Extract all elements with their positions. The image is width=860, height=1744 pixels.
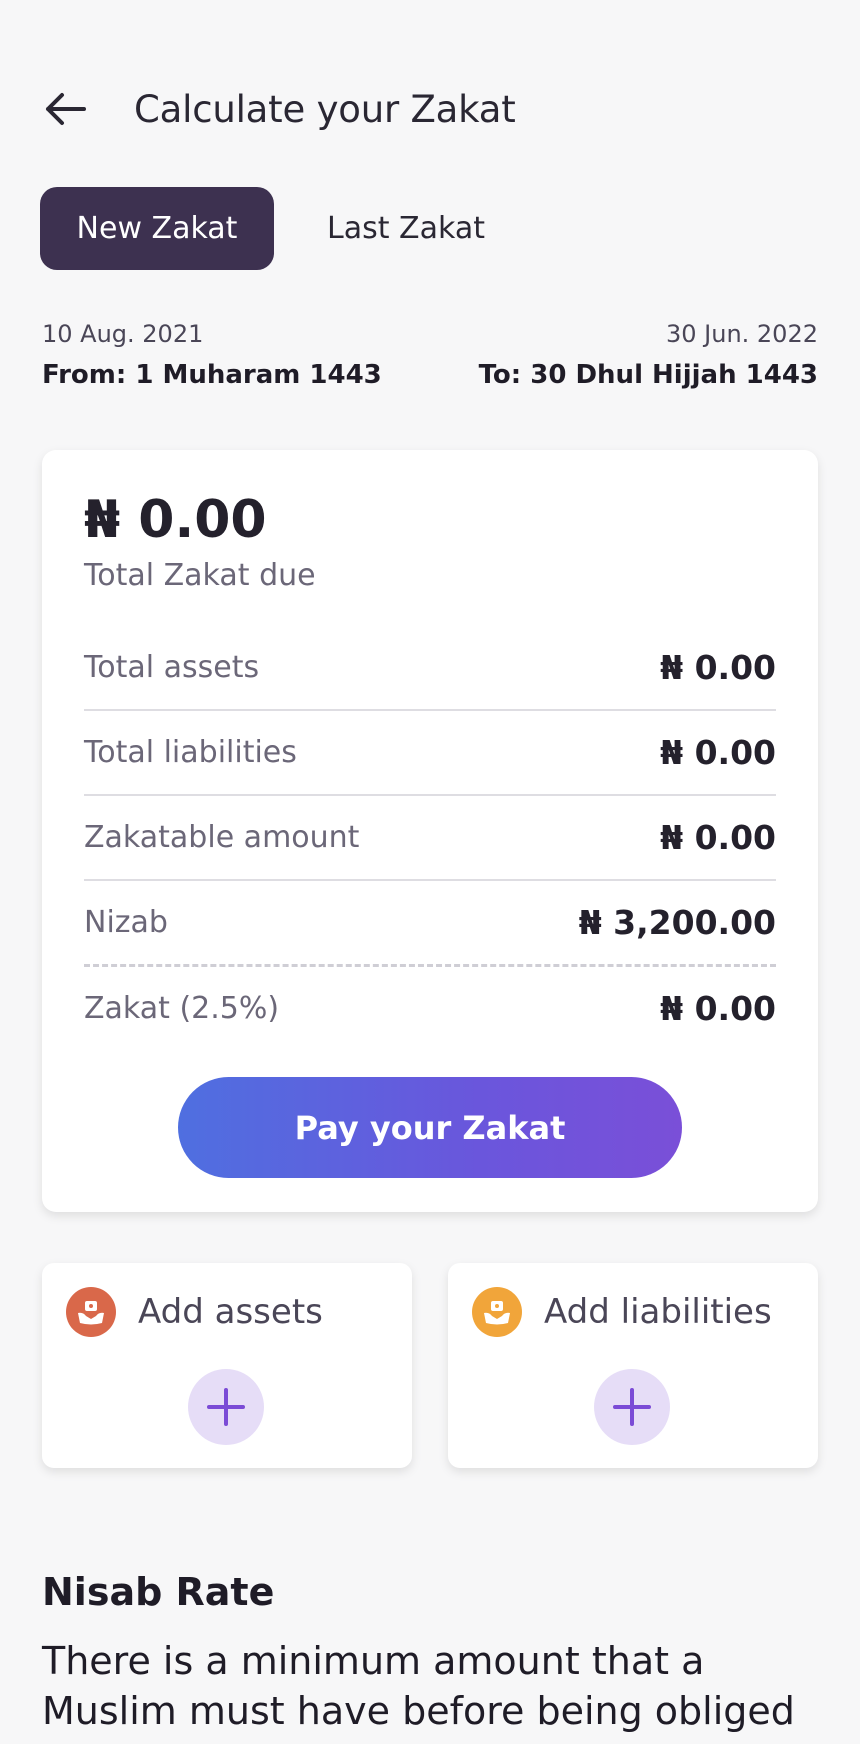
row-label: Total liabilities bbox=[84, 735, 297, 770]
summary-rows: Total assets ₦ 0.00 Total liabilities ₦ … bbox=[84, 626, 776, 1050]
tab-new-zakat[interactable]: New Zakat bbox=[40, 187, 274, 270]
total-zakat-due-label: Total Zakat due bbox=[84, 558, 316, 593]
row-label: Total assets bbox=[84, 650, 260, 685]
tab-last-zakat[interactable]: Last Zakat bbox=[316, 187, 496, 270]
to-date: 30 Jun. 2022 bbox=[665, 320, 818, 348]
row-value: ₦ 0.00 bbox=[660, 648, 776, 687]
add-liabilities-header: Add liabilities bbox=[472, 1287, 772, 1337]
row-value: ₦ 0.00 bbox=[660, 818, 776, 857]
page-title: Calculate your Zakat bbox=[134, 87, 516, 131]
row-label: Zakatable amount bbox=[84, 820, 360, 855]
add-liabilities-card[interactable]: Add liabilities bbox=[448, 1263, 818, 1468]
to-hijri-date: To: 30 Dhul Hijjah 1443 bbox=[478, 360, 818, 390]
zakat-period: 10 Aug. 2021 From: 1 Muharam 1443 30 Jun… bbox=[42, 320, 818, 390]
from-hijri-date: From: 1 Muharam 1443 bbox=[42, 360, 382, 390]
row-value: ₦ 0.00 bbox=[660, 733, 776, 772]
hand-money-icon bbox=[472, 1287, 522, 1337]
add-assets-button[interactable] bbox=[188, 1369, 264, 1445]
from-date: 10 Aug. 2021 bbox=[42, 320, 204, 348]
row-zakatable-amount: Zakatable amount ₦ 0.00 bbox=[84, 796, 776, 881]
plus-icon bbox=[207, 1388, 245, 1426]
add-assets-label: Add assets bbox=[138, 1292, 323, 1332]
row-nizab: Nizab ₦ 3,200.00 bbox=[84, 881, 776, 967]
nisab-rate-description: There is a minimum amount that a Muslim … bbox=[42, 1639, 795, 1733]
row-value: ₦ 0.00 bbox=[660, 989, 776, 1028]
add-liabilities-label: Add liabilities bbox=[544, 1292, 772, 1332]
add-liabilities-button[interactable] bbox=[594, 1369, 670, 1445]
period-to: 30 Jun. 2022 To: 30 Dhul Hijjah 1443 bbox=[479, 320, 818, 390]
total-zakat-due-amount: ₦ 0.00 bbox=[84, 490, 267, 550]
hand-money-icon bbox=[66, 1287, 116, 1337]
add-assets-header: Add assets bbox=[66, 1287, 323, 1337]
plus-icon bbox=[613, 1388, 651, 1426]
arrow-left-icon bbox=[46, 93, 86, 125]
back-button[interactable] bbox=[44, 81, 100, 137]
pay-zakat-button[interactable]: Pay your Zakat bbox=[178, 1077, 682, 1178]
row-label: Nizab bbox=[84, 905, 168, 940]
app-header: Calculate your Zakat bbox=[44, 78, 820, 140]
row-label: Zakat (2.5%) bbox=[84, 991, 280, 1026]
row-zakat-rate: Zakat (2.5%) ₦ 0.00 bbox=[84, 967, 776, 1050]
zakat-summary-card: ₦ 0.00 Total Zakat due Total assets ₦ 0.… bbox=[42, 450, 818, 1212]
add-assets-card[interactable]: Add assets bbox=[42, 1263, 412, 1468]
row-value: ₦ 3,200.00 bbox=[578, 903, 776, 942]
nisab-rate-title: Nisab Rate bbox=[42, 1570, 275, 1614]
period-from: 10 Aug. 2021 From: 1 Muharam 1443 bbox=[42, 320, 382, 390]
zakat-tabs: New Zakat Last Zakat bbox=[40, 187, 496, 270]
row-total-assets: Total assets ₦ 0.00 bbox=[84, 626, 776, 711]
row-total-liabilities: Total liabilities ₦ 0.00 bbox=[84, 711, 776, 796]
